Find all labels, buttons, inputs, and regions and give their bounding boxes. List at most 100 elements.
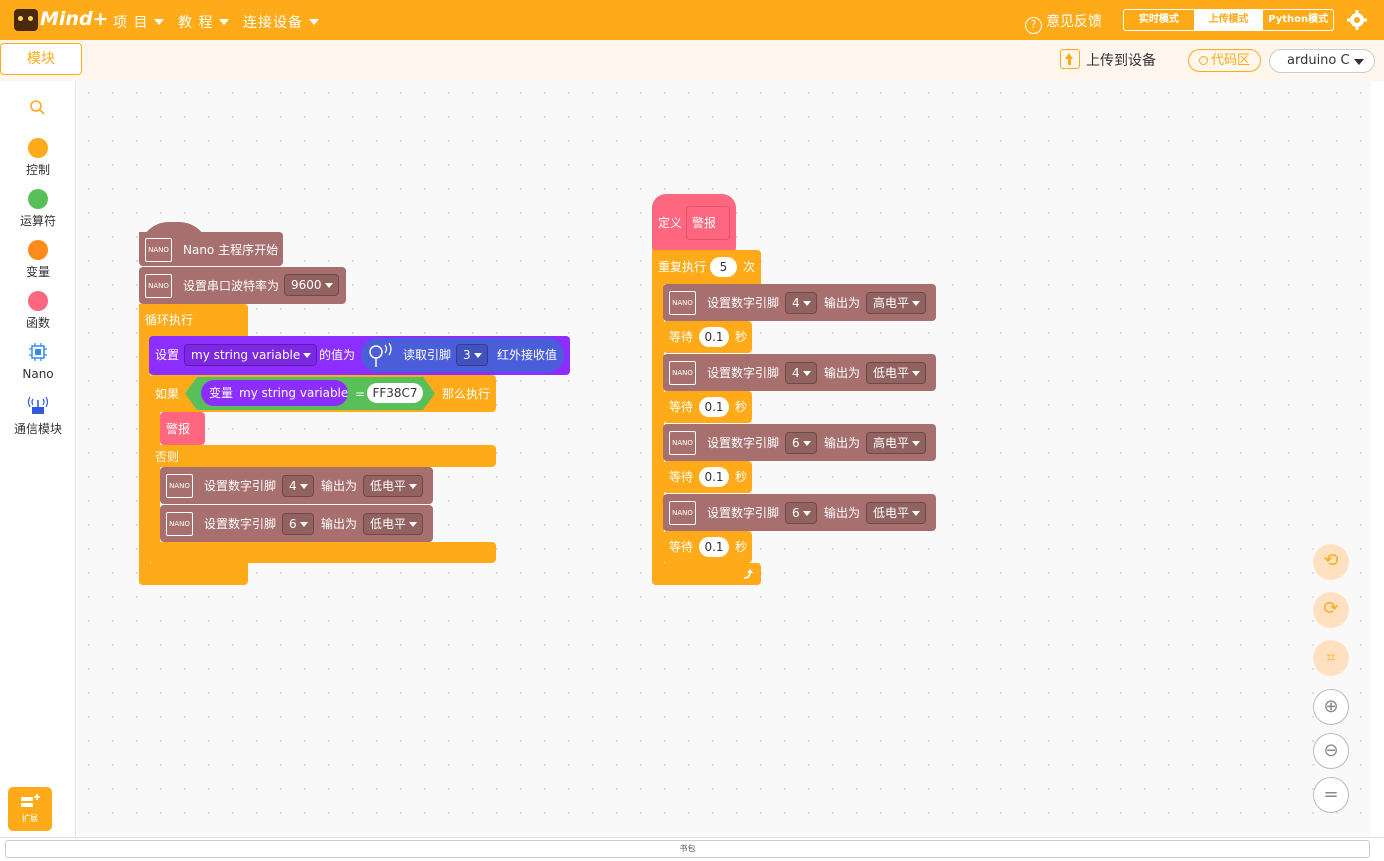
level-dropdown[interactable]: 低电平 bbox=[363, 513, 424, 535]
zoom-out-icon: ⊖ bbox=[1323, 740, 1339, 761]
equals-operator[interactable]: 变量 my string variable = FF38C7 bbox=[185, 377, 435, 410]
extension-button[interactable]: 扩展 bbox=[8, 787, 52, 831]
python-mode-tab[interactable]: Python模式 bbox=[1263, 10, 1333, 30]
category-nano[interactable]: Nano bbox=[0, 342, 76, 381]
level-dropdown[interactable]: 高电平 bbox=[866, 432, 927, 454]
zoom-reset-button[interactable]: = bbox=[1313, 777, 1349, 813]
toolbar bbox=[0, 40, 1384, 81]
set-digital-pin-block[interactable]: NANO 设置数字引脚 6 输出为 低电平 bbox=[160, 505, 433, 542]
board-select[interactable]: arduino C bbox=[1269, 49, 1375, 73]
nano-board-icon: NANO bbox=[166, 512, 193, 536]
feedback-button[interactable]: ? 意见反馈 bbox=[1025, 11, 1102, 34]
redo-button[interactable]: ⟳ bbox=[1313, 592, 1349, 628]
nano-board-icon: NANO bbox=[669, 291, 696, 315]
block-label: 等待 bbox=[669, 470, 694, 484]
wait-block[interactable]: 等待 0.1 秒 bbox=[663, 391, 752, 423]
ir-receiver-icon bbox=[369, 342, 392, 367]
operators-color-dot bbox=[28, 189, 48, 209]
block-label: 秒 bbox=[735, 330, 748, 344]
main-program-start-block[interactable]: NANO Nano 主程序开始 bbox=[139, 232, 283, 266]
set-variable-block[interactable]: 设置 my string variable 的值为 读取引脚 3 红外接收值 bbox=[149, 336, 570, 375]
backpack-bar[interactable]: 书包 bbox=[5, 840, 1370, 858]
mode-switch: 实时模式 上传模式 Python模式 bbox=[1123, 9, 1334, 31]
category-control[interactable]: 控制 bbox=[0, 138, 76, 178]
repeat-block[interactable]: 重复执行 5 次 bbox=[652, 250, 761, 284]
set-digital-pin-block[interactable]: NANO 设置数字引脚 4 输出为 低电平 bbox=[663, 354, 936, 391]
variable-dropdown[interactable]: my string variable bbox=[184, 344, 318, 366]
level-dropdown[interactable]: 低电平 bbox=[866, 502, 927, 524]
functions-color-dot bbox=[28, 291, 48, 311]
call-alarm-block[interactable]: 警报 bbox=[160, 412, 205, 445]
category-variables[interactable]: 变量 bbox=[0, 240, 76, 280]
pin-dropdown[interactable]: 4 bbox=[785, 292, 817, 314]
wait-block[interactable]: 等待 0.1 秒 bbox=[663, 461, 752, 493]
repeat-count-input[interactable]: 5 bbox=[710, 257, 737, 277]
category-functions[interactable]: 函数 bbox=[0, 291, 76, 331]
category-operators[interactable]: 运算符 bbox=[0, 189, 76, 229]
wait-seconds-input[interactable]: 0.1 bbox=[699, 537, 729, 557]
pin-dropdown[interactable]: 6 bbox=[785, 502, 817, 524]
set-digital-pin-block[interactable]: NANO 设置数字引脚 6 输出为 低电平 bbox=[663, 494, 936, 531]
level-dropdown[interactable]: 低电平 bbox=[363, 475, 424, 497]
undo-button[interactable]: ⟲ bbox=[1313, 544, 1349, 580]
block-label: 否则 bbox=[155, 450, 180, 464]
chevron-down-icon bbox=[309, 19, 319, 25]
menu-project[interactable]: 项 目 bbox=[113, 12, 165, 32]
set-digital-pin-block[interactable]: NANO 设置数字引脚 4 输出为 高电平 bbox=[663, 284, 936, 321]
upload-mode-tab[interactable]: 上传模式 bbox=[1193, 10, 1264, 30]
upload-to-device-button[interactable]: 上传到设备 bbox=[1060, 49, 1156, 70]
pin-dropdown[interactable]: 6 bbox=[785, 432, 817, 454]
define-function-block[interactable]: 定义 警报 bbox=[652, 194, 736, 252]
block-label: 等待 bbox=[669, 540, 694, 554]
variable-name: my string variable bbox=[239, 386, 349, 400]
variable-reporter[interactable]: 变量 my string variable bbox=[201, 380, 348, 406]
pin-dropdown[interactable]: 4 bbox=[282, 475, 314, 497]
forever-loop-block[interactable]: 循环执行 bbox=[139, 304, 248, 337]
menu-connect-device[interactable]: 连接设备 bbox=[243, 12, 319, 32]
forever-loop-bottom bbox=[139, 563, 248, 585]
if-else-block[interactable]: 如果 变量 my string variable = FF38C7 那么执行 bbox=[149, 375, 496, 412]
set-digital-pin-block[interactable]: NANO 设置数字引脚 6 输出为 高电平 bbox=[663, 424, 936, 461]
redo-icon: ⟳ bbox=[1323, 598, 1339, 619]
wait-block[interactable]: 等待 0.1 秒 bbox=[663, 531, 752, 563]
zoom-in-button[interactable]: ⊕ bbox=[1313, 689, 1349, 725]
level-dropdown[interactable]: 低电平 bbox=[866, 362, 927, 384]
serial-baud-block[interactable]: NANO 设置串口波特率为 9600 bbox=[139, 267, 346, 304]
crop-button[interactable]: ⌗ bbox=[1313, 640, 1349, 676]
category-communication[interactable]: 通信模块 bbox=[0, 396, 76, 437]
block-label: 红外接收值 bbox=[497, 348, 558, 362]
search-icon[interactable] bbox=[29, 99, 45, 115]
block-label: 循环执行 bbox=[145, 313, 194, 327]
block-label: 次 bbox=[743, 260, 756, 274]
nano-board-icon: NANO bbox=[669, 501, 696, 525]
level-dropdown[interactable]: 高电平 bbox=[866, 292, 927, 314]
wait-seconds-input[interactable]: 0.1 bbox=[699, 467, 729, 487]
block-label: 的值为 bbox=[319, 348, 356, 362]
wait-block[interactable]: 等待 0.1 秒 bbox=[663, 321, 752, 353]
wait-seconds-input[interactable]: 0.1 bbox=[699, 397, 729, 417]
zoom-out-button[interactable]: ⊖ bbox=[1313, 733, 1349, 769]
block-label: 秒 bbox=[735, 400, 748, 414]
set-digital-pin-block[interactable]: NANO 设置数字引脚 4 输出为 低电平 bbox=[160, 467, 433, 504]
block-label: 设置数字引脚 bbox=[707, 366, 780, 380]
mind-plus-logo[interactable]: Mind+ bbox=[12, 6, 108, 34]
ir-read-reporter[interactable]: 读取引脚 3 红外接收值 bbox=[361, 338, 564, 372]
zoom-in-icon: ⊕ bbox=[1323, 696, 1339, 717]
compare-value-input[interactable]: FF38C7 bbox=[367, 383, 423, 403]
tab-blocks[interactable]: 模块 bbox=[0, 43, 82, 75]
menu-tutorial[interactable]: 教 程 bbox=[178, 12, 230, 32]
wait-seconds-input[interactable]: 0.1 bbox=[699, 327, 729, 347]
realtime-mode-tab[interactable]: 实时模式 bbox=[1124, 10, 1194, 30]
variables-color-dot bbox=[28, 240, 48, 260]
block-label: 等待 bbox=[669, 400, 694, 414]
code-area-toggle[interactable]: 代码区 bbox=[1188, 49, 1261, 72]
antenna-icon bbox=[27, 396, 49, 414]
baud-rate-dropdown[interactable]: 9600 bbox=[284, 274, 339, 296]
pin-dropdown[interactable]: 3 bbox=[456, 344, 488, 366]
pin-dropdown[interactable]: 4 bbox=[785, 362, 817, 384]
gear-icon[interactable] bbox=[1347, 10, 1367, 30]
pin-dropdown[interactable]: 6 bbox=[282, 513, 314, 535]
if-else-bottom bbox=[149, 542, 496, 563]
control-color-dot bbox=[28, 138, 48, 158]
block-label: 那么执行 bbox=[442, 387, 491, 401]
